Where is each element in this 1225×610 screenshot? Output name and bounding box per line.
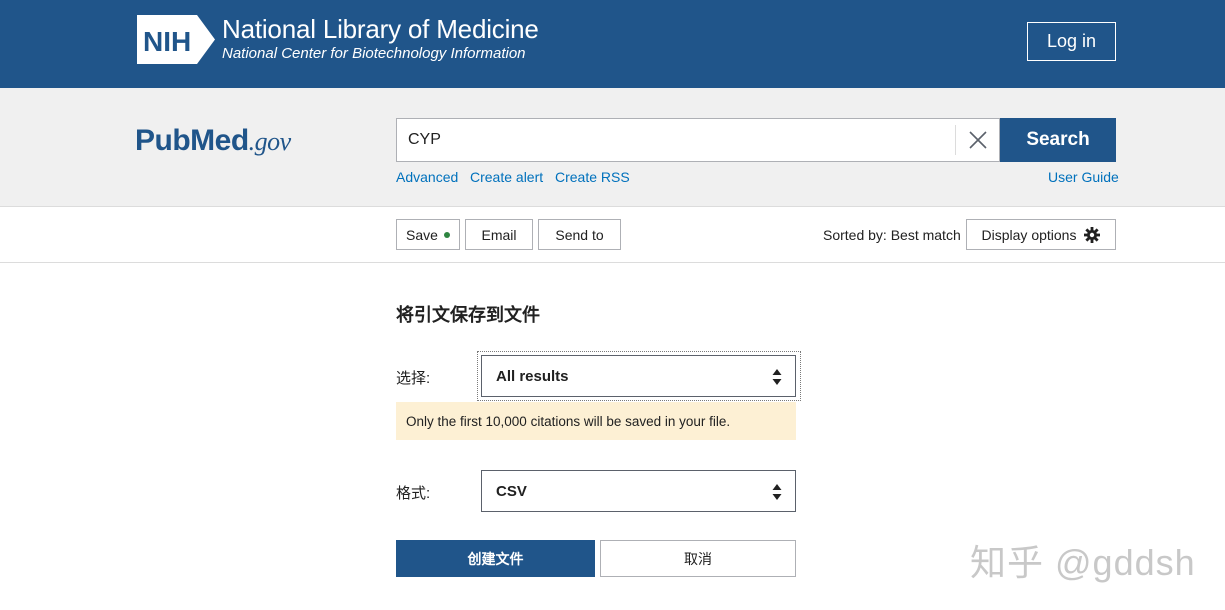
sort-arrows-icon — [772, 369, 782, 385]
sort-indicator: Sorted by: Best match — [823, 227, 961, 243]
create-file-button[interactable]: 创建文件 — [396, 540, 595, 577]
sort-arrows-icon — [772, 484, 782, 500]
search-box — [396, 118, 1000, 162]
watermark: 知乎 @gddsh — [970, 542, 1196, 583]
citation-limit-notice: Only the first 10,000 citations will be … — [396, 402, 796, 440]
close-icon — [969, 131, 987, 149]
pubmed-logo[interactable]: PubMed.gov — [135, 114, 320, 166]
selection-label: 选择: — [396, 370, 431, 387]
nih-header: NIH National Library of Medicine Nationa… — [0, 0, 1225, 88]
save-button[interactable]: Save — [396, 219, 460, 250]
format-select[interactable]: CSV — [481, 470, 796, 512]
gear-icon — [1084, 226, 1101, 243]
format-value: CSV — [496, 482, 527, 500]
display-options-button[interactable]: Display options — [966, 219, 1116, 250]
search-button[interactable]: Search — [1000, 118, 1116, 162]
format-label: 格式: — [396, 485, 431, 502]
advanced-link[interactable]: Advanced — [396, 169, 458, 185]
nih-subtitle: National Center for Biotechnology Inform… — [222, 45, 526, 62]
user-guide-link[interactable]: User Guide — [1048, 169, 1119, 185]
email-button[interactable]: Email — [465, 219, 533, 250]
pubmed-logo-main: PubMed — [135, 124, 249, 157]
search-band: PubMed.gov Search Advanced Create alert … — [0, 88, 1225, 207]
login-button[interactable]: Log in — [1027, 22, 1116, 61]
results-toolbar: Save Email Send to Sorted by: Best match… — [0, 207, 1225, 263]
save-active-dot-icon — [443, 231, 450, 238]
nih-logo-icon[interactable]: NIH — [137, 15, 215, 64]
create-alert-link[interactable]: Create alert — [470, 169, 543, 185]
display-options-label: Display options — [981, 226, 1077, 243]
send-to-button[interactable]: Send to — [538, 219, 621, 250]
search-input[interactable] — [397, 119, 955, 161]
nih-title: National Library of Medicine — [222, 14, 539, 44]
selection-select[interactable]: All results — [481, 355, 796, 397]
create-rss-link[interactable]: Create RSS — [555, 169, 630, 185]
save-button-label: Save — [406, 226, 438, 243]
save-panel-title: 将引文保存到文件 — [396, 305, 540, 326]
pubmed-logo-suffix: .gov — [248, 127, 292, 156]
selection-value: All results — [496, 367, 569, 385]
cancel-button[interactable]: 取消 — [600, 540, 796, 577]
svg-text:NIH: NIH — [143, 26, 191, 57]
clear-search-button[interactable] — [955, 125, 1000, 155]
pubmed-logo-text: PubMed.gov — [135, 124, 291, 158]
